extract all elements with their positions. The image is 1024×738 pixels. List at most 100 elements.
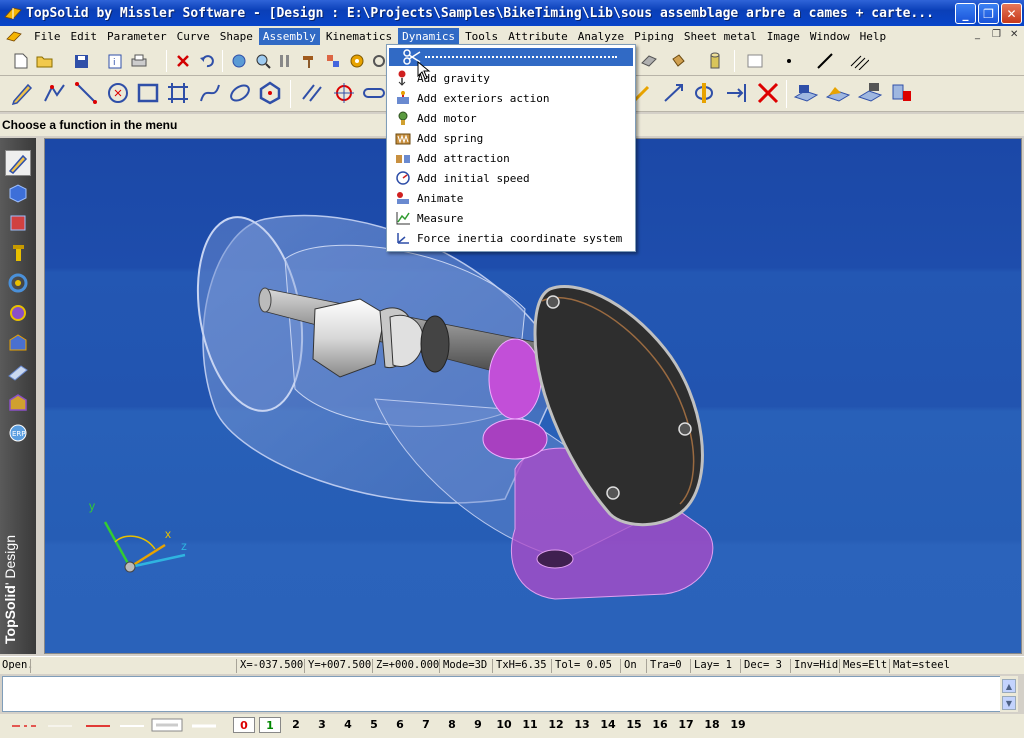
print-icon[interactable] — [128, 50, 150, 72]
menu-item-add-spring[interactable]: Add spring — [389, 128, 633, 148]
screws-icon[interactable] — [274, 50, 296, 72]
material-icon[interactable] — [638, 50, 660, 72]
mdi-close-button[interactable]: ✕ — [1010, 29, 1018, 40]
chain-link-icon[interactable] — [360, 79, 388, 107]
menu-item-add-motor[interactable]: Add motor — [389, 108, 633, 128]
line-style-medium-white[interactable] — [116, 717, 146, 733]
ellipse-icon[interactable] — [226, 79, 254, 107]
layer-19[interactable]: 19 — [727, 717, 749, 733]
menu-item-measure[interactable]: Measure — [389, 208, 633, 228]
document-icon[interactable] — [6, 30, 22, 42]
status-mode[interactable]: Mode=3D — [443, 659, 487, 671]
mdi-minimize-button[interactable]: _ — [975, 29, 980, 40]
menu-kinematics[interactable]: Kinematics — [322, 28, 396, 45]
erp-mode-icon[interactable]: ERP — [5, 420, 31, 446]
menu-dynamics[interactable]: Dynamics — [398, 27, 460, 45]
new-file-icon[interactable] — [10, 50, 32, 72]
layer-3[interactable]: 3 — [311, 717, 333, 733]
line-style-thin-white[interactable] — [44, 717, 74, 733]
bearing-mode-icon[interactable] — [5, 270, 31, 296]
face-red-icon[interactable] — [888, 79, 916, 107]
bspline-icon[interactable] — [196, 79, 224, 107]
save-icon[interactable] — [70, 50, 92, 72]
shape-mode-icon[interactable] — [5, 180, 31, 206]
layer-8[interactable]: 8 — [441, 717, 463, 733]
status-dec[interactable]: Dec= 3 — [744, 659, 782, 671]
layer-13[interactable]: 13 — [571, 717, 593, 733]
layer-10[interactable]: 10 — [493, 717, 515, 733]
maximize-button[interactable]: ❐ — [978, 3, 999, 24]
menu-help[interactable]: Help — [856, 28, 891, 45]
line-style-box[interactable] — [150, 717, 184, 733]
layer-14[interactable]: 14 — [597, 717, 619, 733]
trim-icon[interactable] — [754, 79, 782, 107]
tool-gear-icon[interactable] — [346, 50, 368, 72]
face-blue-icon[interactable] — [792, 79, 820, 107]
menu-parameter[interactable]: Parameter — [103, 28, 171, 45]
modify-profile-icon[interactable] — [690, 79, 718, 107]
menu-file[interactable]: File — [30, 28, 65, 45]
status-lay[interactable]: Lay= 1 — [694, 659, 732, 671]
layer-12[interactable]: 12 — [545, 717, 567, 733]
status-tol[interactable]: Tol= 0.05 — [555, 659, 612, 671]
status-tra[interactable]: Tra=0 — [650, 659, 682, 671]
layer-6[interactable]: 6 — [389, 717, 411, 733]
menu-item-force-inertia[interactable]: Force inertia coordinate system — [389, 228, 633, 248]
frame-mode-icon[interactable] — [5, 390, 31, 416]
menu-sheet-metal[interactable]: Sheet metal — [680, 28, 761, 45]
menu-item-add-attraction[interactable]: Add attraction — [389, 148, 633, 168]
line-style-icon[interactable] — [814, 50, 836, 72]
layer-9[interactable]: 9 — [467, 717, 489, 733]
rectangle-icon[interactable] — [134, 79, 162, 107]
status-on[interactable]: On — [624, 659, 637, 671]
menu-piping[interactable]: Piping — [630, 28, 678, 45]
line-icon[interactable] — [72, 79, 100, 107]
command-scrollbar[interactable]: ▲ ▼ — [1000, 676, 1018, 712]
menu-attribute[interactable]: Attribute — [504, 28, 572, 45]
menu-analyze[interactable]: Analyze — [574, 28, 628, 45]
face-view-icon[interactable] — [856, 79, 884, 107]
gear-mode-icon[interactable] — [5, 300, 31, 326]
menu-item-add-exteriors-action[interactable]: Add exteriors action — [389, 88, 633, 108]
layer-1[interactable]: 1 — [259, 717, 281, 733]
search-part-icon[interactable] — [252, 50, 274, 72]
scroll-down-icon[interactable]: ▼ — [1002, 696, 1016, 710]
center-point-icon[interactable] — [330, 79, 358, 107]
frame-icon[interactable] — [164, 79, 192, 107]
menu-item-animate[interactable]: Animate — [389, 188, 633, 208]
layer-16[interactable]: 16 — [649, 717, 671, 733]
point-style-icon[interactable] — [778, 50, 800, 72]
face-orange-icon[interactable] — [824, 79, 852, 107]
mold-mode-icon[interactable] — [5, 330, 31, 356]
layer-7[interactable]: 7 — [415, 717, 437, 733]
bolt-mode-icon[interactable] — [5, 240, 31, 266]
status-inv[interactable]: Inv=Hid — [794, 659, 838, 671]
polygon-icon[interactable] — [256, 79, 284, 107]
minimize-button[interactable]: _ — [955, 3, 976, 24]
sheet-mode-icon[interactable] — [5, 210, 31, 236]
parallel-lines-icon[interactable] — [298, 79, 326, 107]
menu-edit[interactable]: Edit — [67, 28, 102, 45]
menu-window[interactable]: Window — [806, 28, 854, 45]
color-swatch-white[interactable] — [744, 50, 766, 72]
hammer-icon[interactable] — [298, 50, 320, 72]
pencil-sketch-icon[interactable] — [8, 79, 36, 107]
menu-curve[interactable]: Curve — [173, 28, 214, 45]
layer-11[interactable]: 11 — [519, 717, 541, 733]
layer-4[interactable]: 4 — [337, 717, 359, 733]
command-input-area[interactable] — [2, 676, 1002, 712]
status-mat[interactable]: Mat=steel — [893, 659, 950, 671]
layer-15[interactable]: 15 — [623, 717, 645, 733]
plate-mode-icon[interactable] — [5, 360, 31, 386]
open-folder-icon[interactable] — [34, 50, 56, 72]
mdi-restore-button[interactable]: ❐ — [992, 29, 1001, 40]
layer-17[interactable]: 17 — [675, 717, 697, 733]
layer-0[interactable]: 0 — [233, 717, 255, 733]
hatch-style-icon[interactable] — [848, 50, 870, 72]
circle-icon[interactable] — [104, 79, 132, 107]
properties-icon[interactable]: i — [104, 50, 126, 72]
menu-tools[interactable]: Tools — [461, 28, 502, 45]
recycle-icon[interactable] — [228, 50, 250, 72]
menu-item-add-initial-speed[interactable]: Add initial speed — [389, 168, 633, 188]
status-txh[interactable]: TxH=6.35 — [496, 659, 547, 671]
